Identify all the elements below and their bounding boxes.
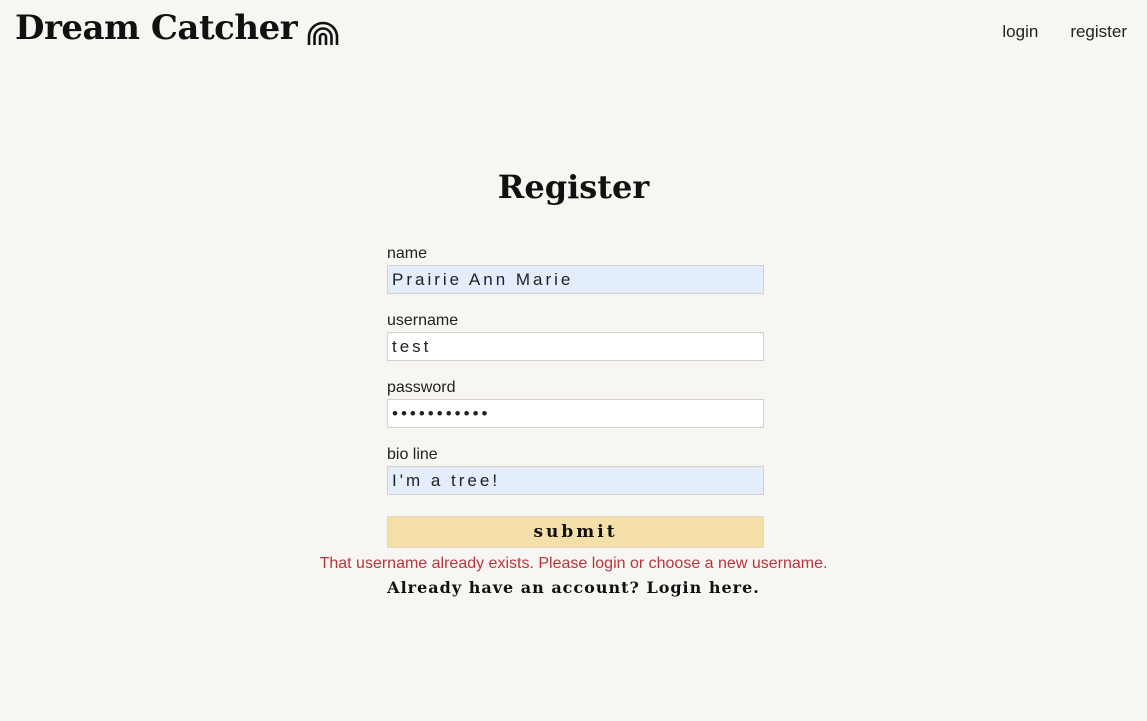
name-field-group: name — [387, 244, 764, 294]
register-form: name username password bio line submit — [387, 244, 764, 548]
rainbow-icon — [307, 21, 339, 45]
username-field-group: username — [387, 311, 764, 361]
nav-login-link[interactable]: login — [1002, 22, 1038, 42]
nav-register-link[interactable]: register — [1070, 22, 1127, 42]
name-input[interactable] — [387, 265, 764, 294]
login-here-link[interactable]: Already have an account? Login here. — [0, 578, 1147, 597]
username-label: username — [387, 312, 459, 329]
brand-title[interactable]: Dream Catcher — [15, 8, 298, 48]
submit-button[interactable]: submit — [387, 516, 764, 548]
password-label: password — [387, 379, 456, 396]
header: Dream Catcher login register — [0, 0, 1147, 64]
bio-input[interactable] — [387, 466, 764, 495]
password-field-group: password — [387, 378, 764, 428]
top-nav: login register — [1002, 22, 1127, 42]
name-label: name — [387, 245, 428, 262]
brand[interactable]: Dream Catcher — [15, 8, 339, 48]
password-input[interactable] — [387, 399, 764, 428]
bio-label: bio line — [387, 446, 438, 463]
username-input[interactable] — [387, 332, 764, 361]
bio-field-group: bio line — [387, 445, 764, 495]
error-message: That username already exists. Please log… — [319, 555, 828, 572]
page-title: Register — [497, 168, 650, 206]
